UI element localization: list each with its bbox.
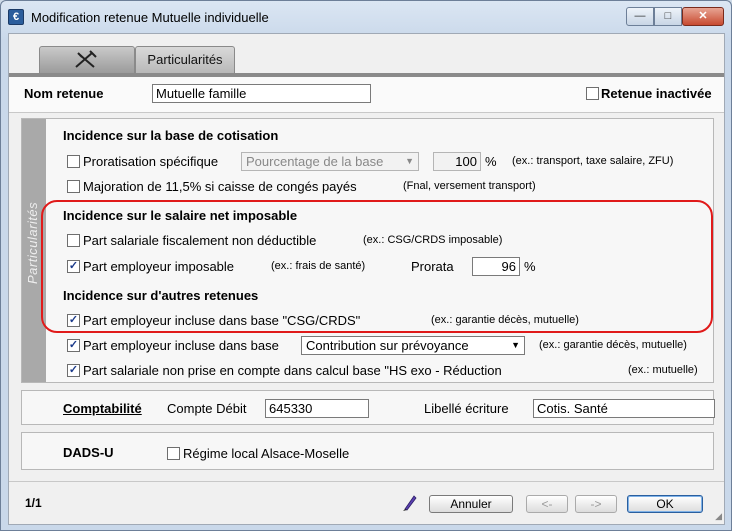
proratisation-value[interactable]: 100 [433, 152, 481, 171]
proratisation-label: Proratisation spécifique [83, 154, 219, 169]
base-select-value: Contribution sur prévoyance [306, 338, 469, 353]
retenue-inactivee-label: Retenue inactivée [601, 86, 712, 101]
proratisation-select-value: Pourcentage de la base [246, 154, 384, 169]
maximize-button[interactable]: □ [654, 7, 682, 26]
comptabilite-link[interactable]: Comptabilité [63, 401, 142, 416]
base-hint: (ex.: garantie décès, mutuelle) [539, 339, 687, 351]
section-base-title: Incidence sur la base de cotisation [63, 128, 279, 143]
hs-hint: (ex.: mutuelle) [628, 364, 698, 376]
app-euro-icon: € [8, 9, 24, 25]
regime-local-checkbox[interactable] [167, 447, 180, 460]
proratisation-select[interactable]: Pourcentage de la base ▼ [241, 152, 419, 171]
base-select[interactable]: Contribution sur prévoyance ▼ [301, 336, 525, 355]
highlight-annotation [41, 200, 713, 333]
dialog-window: € Modification retenue Mutuelle individu… [0, 0, 732, 531]
compte-debit-input[interactable]: 645330 [265, 399, 369, 418]
proratisation-hint: (ex.: transport, taxe salaire, ZFU) [512, 155, 674, 167]
chevron-down-icon: ▼ [405, 156, 414, 166]
dadsu-panel: DADS-U Régime local Alsace-Moselle [21, 432, 714, 470]
comptabilite-panel: Comptabilité Compte Débit 645330 Libellé… [21, 390, 715, 425]
base-checkbox[interactable]: ✓ [67, 339, 80, 352]
hs-checkbox[interactable]: ✓ [67, 364, 80, 377]
nom-retenue-input[interactable]: Mutuelle famille [152, 84, 371, 103]
dadsu-title: DADS-U [63, 445, 114, 460]
ok-button[interactable]: OK [627, 495, 703, 513]
proratisation-checkbox[interactable] [67, 155, 80, 168]
page-indicator: 1/1 [25, 496, 42, 510]
base-label: Part employeur incluse dans base [83, 338, 279, 353]
hs-label: Part salariale non prise en compte dans … [83, 363, 502, 378]
majoration-checkbox[interactable] [67, 180, 80, 193]
retenue-inactivee-checkbox[interactable] [586, 87, 599, 100]
name-row: Nom retenue Mutuelle famille Retenue ina… [9, 77, 724, 113]
tools-icon [75, 50, 97, 68]
tab-particularites[interactable]: Particularités [135, 46, 235, 73]
resize-grip-icon[interactable]: ◢ [715, 511, 722, 522]
libelle-input[interactable]: Cotis. Santé [533, 399, 715, 418]
close-button[interactable]: ✕ [682, 7, 724, 26]
window-title: Modification retenue Mutuelle individuel… [31, 10, 269, 25]
libelle-label: Libellé écriture [424, 401, 509, 416]
next-button[interactable]: -> [575, 495, 617, 513]
majoration-hint: (Fnal, versement transport) [403, 180, 536, 192]
footer-separator [9, 481, 724, 482]
chevron-down-icon: ▼ [511, 340, 520, 350]
dialog-client: Particularités Nom retenue Mutuelle fami… [8, 33, 725, 525]
title-bar[interactable]: € Modification retenue Mutuelle individu… [1, 1, 731, 33]
regime-local-label: Régime local Alsace-Moselle [183, 446, 350, 461]
tab-general[interactable] [39, 46, 135, 73]
compte-debit-label: Compte Débit [167, 401, 247, 416]
minimize-button[interactable]: — [626, 7, 654, 26]
annuler-button[interactable]: Annuler [429, 495, 513, 513]
sidebar-label: Particularités [25, 201, 40, 284]
pen-icon[interactable] [402, 494, 418, 512]
previous-button[interactable]: <- [526, 495, 568, 513]
proratisation-unit: % [485, 154, 497, 169]
majoration-label: Majoration de 11,5% si caisse de congés … [83, 179, 357, 194]
nom-retenue-label: Nom retenue [24, 86, 104, 101]
